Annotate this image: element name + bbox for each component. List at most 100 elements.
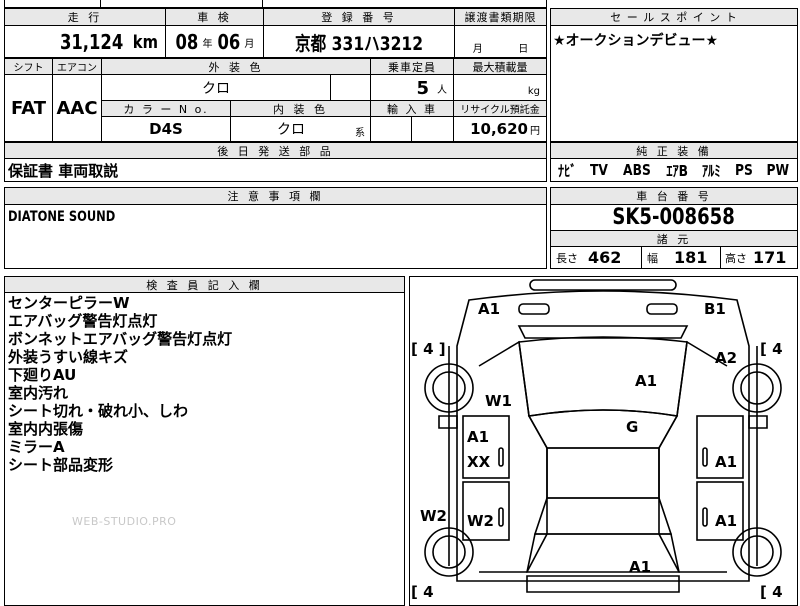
- exterior-color-value: クロ: [202, 81, 230, 97]
- equipment-item: ABS: [623, 161, 651, 179]
- recycle-value-cell: 10,620 円: [454, 118, 546, 140]
- mark-w2-left-rear-door: W2: [467, 512, 494, 530]
- inspection-year: 08: [175, 30, 198, 54]
- mileage-unit: km: [133, 31, 159, 53]
- dimension-width: 幅 181: [647, 248, 708, 267]
- import-label: 輸 入 車: [371, 101, 453, 116]
- equipment-item: ｴｱB: [666, 161, 688, 180]
- tire-right-rear: [ 4: [760, 583, 783, 601]
- tire-left-front: [ 4 ]: [411, 340, 446, 358]
- inspector-label: 検 査 員 記 入 欄: [5, 277, 404, 292]
- mark-xx-left-front-door: XX: [467, 453, 491, 471]
- equipment-item: PS: [734, 161, 753, 179]
- capacity-value: 5: [416, 77, 429, 99]
- equipment-item: TV: [590, 161, 609, 179]
- shift-label: シフト: [5, 59, 52, 74]
- inspector-line: 室内汚れ: [8, 384, 69, 402]
- recycle-value: 10,620: [470, 120, 528, 138]
- right-rear-door-shape: [696, 481, 744, 541]
- equipment-item: ｱﾙﾐ: [702, 161, 721, 180]
- mark-a1-front-left: A1: [478, 300, 501, 318]
- rear-window-shape: [533, 497, 673, 535]
- mark-a2-right-fender: A2: [715, 349, 738, 367]
- left-headlight-shape: [518, 303, 550, 315]
- sales-point-box: [550, 8, 798, 142]
- color-no-value: D4S: [149, 120, 183, 138]
- shift-value: FAT: [10, 97, 47, 119]
- dimensions-label: 諸 元: [551, 231, 797, 246]
- inspector-line: エアバッグ警告灯点灯: [8, 312, 158, 330]
- inspector-line: センターピラーW: [8, 294, 130, 312]
- inspection-label: 車 検: [166, 9, 263, 25]
- exterior-color-label: 外 装 色: [102, 59, 370, 74]
- later-parts-label: 後 日 発 送 部 品: [5, 143, 546, 158]
- hood-shape: [518, 336, 688, 417]
- mark-w2-left-pillar: W2: [420, 507, 447, 525]
- chassis-label: 車 台 番 号: [551, 188, 797, 204]
- aircon-value: AAC: [56, 97, 98, 119]
- mark-a1-left-front-door: A1: [467, 428, 490, 446]
- registration-label: 登 録 番 号: [264, 9, 454, 25]
- roof-shape: [546, 447, 660, 499]
- inspection-year-unit: 年: [202, 38, 213, 50]
- notes-label: 注 意 事 項 欄: [5, 188, 546, 204]
- mark-g-windshield: G: [626, 418, 639, 436]
- interior-color-value: クロ: [277, 122, 305, 138]
- aircon-label: エアコン: [53, 59, 101, 74]
- inspection-value-cell: 08 年 06 月: [166, 27, 263, 57]
- front-bumper-shape: [529, 279, 677, 291]
- inspector-line: 外装うすい線キズ: [8, 348, 129, 366]
- max-load-label: 最大積載量: [454, 59, 546, 74]
- interior-color-suffix: 系: [355, 127, 365, 139]
- mark-a1-right-front-door: A1: [715, 453, 738, 471]
- mark-a1-rear: A1: [629, 558, 652, 576]
- top-cutoff-strip: [4, 0, 547, 8]
- color-no-label: カ ラ ー N o.: [102, 101, 230, 116]
- mark-w1-left-fender: W1: [485, 392, 512, 410]
- transfer-date-value: 月 日: [472, 43, 529, 55]
- later-parts-value: 保証書 車両取説: [8, 161, 119, 180]
- mark-b1-front-right: B1: [704, 300, 726, 318]
- tailgate-shape: [526, 533, 680, 573]
- equipment-items: ﾅﾋﾞ TV ABS ｴｱB ｱﾙﾐ PS PW: [552, 160, 796, 180]
- tire-right-front: [ 4: [760, 340, 783, 358]
- mark-a1-right-rear-door: A1: [715, 512, 738, 530]
- interior-color-label: 内 装 色: [231, 101, 370, 116]
- mileage-value-cell: 31,124 km: [5, 27, 165, 57]
- mileage-label: 走 行: [5, 9, 165, 25]
- registration-value: 京都 331ハ3212: [294, 32, 424, 55]
- transfer-date-label: 譲渡書類期限: [455, 9, 546, 25]
- equipment-item: ﾅﾋﾞ: [558, 161, 577, 180]
- notes-value: DIATONE SOUND: [8, 209, 116, 225]
- capacity-unit: 人: [437, 84, 447, 96]
- dimension-height: 高さ 171: [725, 248, 787, 267]
- sales-point-text: ★オークションデビュー★: [553, 33, 719, 49]
- mileage-value: 31,124: [60, 30, 124, 54]
- watermark: WEB-STUDIO.PRO: [72, 515, 177, 528]
- inspection-month-unit: 月: [244, 38, 255, 50]
- equipment-label: 純 正 装 備: [551, 143, 797, 158]
- chassis-value: SK5-008658: [612, 205, 736, 230]
- recycle-unit: 円: [530, 125, 540, 137]
- inspector-line: ボンネットエアバッグ警告灯点灯: [8, 330, 233, 348]
- mark-a1-hood: A1: [635, 372, 658, 390]
- capacity-label: 乗車定員: [371, 59, 453, 74]
- inspector-line: 室内内張傷: [8, 420, 84, 438]
- max-load-unit: kg: [527, 85, 540, 97]
- inspection-month: 06: [217, 30, 240, 54]
- right-headlight-shape: [646, 303, 678, 315]
- inspector-line: 下廻りAU: [8, 366, 77, 384]
- inspector-lines: センターピラーW エアバッグ警告灯点灯 ボンネットエアバッグ警告灯点灯 外装うす…: [8, 294, 398, 474]
- inspector-line: シート切れ・破れ小、しわ: [8, 402, 189, 420]
- body-outline-shape: [456, 290, 750, 582]
- equipment-item: PW: [766, 161, 790, 179]
- sales-point-label: セ ー ル ス ポ イ ン ト: [551, 9, 797, 25]
- dimension-length: 長さ 462: [556, 248, 622, 267]
- tire-left-rear: [ 4: [411, 583, 434, 601]
- capacity-value-cell: 5 人: [371, 76, 453, 100]
- inspector-line: シート部品変形: [8, 456, 114, 474]
- recycle-label: リサイクル預託金: [454, 101, 546, 116]
- inspector-line: ミラーA: [8, 438, 65, 456]
- windshield-shape: [527, 409, 679, 449]
- left-rear-door-shape: [462, 481, 510, 541]
